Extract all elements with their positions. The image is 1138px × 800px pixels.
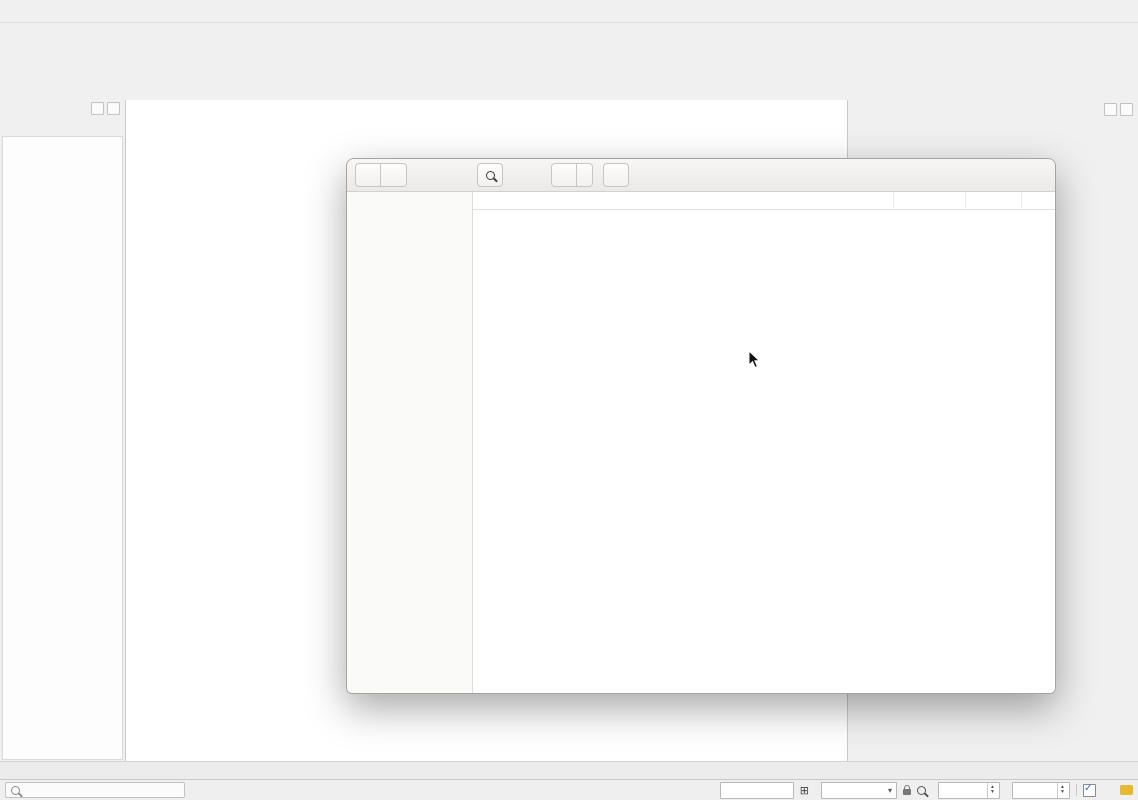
grid-view-button[interactable] (551, 163, 577, 187)
layers-panel (0, 100, 126, 762)
nav-buttons (355, 163, 407, 187)
statusbar: ⊞ ▾ ▲▼ ▲▼ (0, 779, 1138, 800)
messages-button[interactable] (1120, 785, 1133, 795)
layer-styling-titlebar (848, 100, 1138, 118)
search-button-group (477, 163, 507, 187)
hamburger-menu-button[interactable] (603, 163, 629, 187)
close-panel-icon[interactable] (107, 102, 120, 115)
file-manager-window (346, 158, 1056, 694)
back-button[interactable] (355, 163, 381, 187)
menubar (0, 0, 1138, 23)
view-options-dropdown[interactable] (577, 163, 593, 187)
maximize-button[interactable] (664, 166, 682, 184)
column-header-size[interactable] (894, 192, 966, 209)
float-panel-icon[interactable] (91, 102, 104, 115)
forward-button[interactable] (381, 163, 407, 187)
render-checkbox[interactable] (1083, 784, 1096, 797)
spinner-arrows-icon[interactable]: ▲▼ (1057, 783, 1065, 798)
search-button[interactable] (477, 163, 503, 187)
magnifier-spinbox[interactable]: ▲▼ (938, 782, 1000, 799)
float-panel-icon[interactable] (1104, 103, 1117, 116)
rotation-spinbox[interactable]: ▲▼ (1012, 782, 1070, 799)
scale-combobox[interactable]: ▾ (821, 782, 897, 799)
window-controls (639, 166, 707, 184)
magnifier-icon (917, 786, 926, 795)
bottom-tab-band (0, 761, 1138, 780)
minimize-button[interactable] (639, 166, 657, 184)
layers-tree-area[interactable] (2, 136, 123, 760)
menu-button-group (603, 163, 629, 187)
column-header-star[interactable] (1022, 192, 1055, 209)
file-manager-body (347, 192, 1055, 693)
extents-toggle-button[interactable]: ⊞ (800, 785, 809, 796)
toolbar-row-2 (0, 49, 1138, 75)
layers-panel-toolbar (0, 117, 125, 135)
list-column-headers (473, 192, 1055, 210)
search-icon (11, 786, 20, 795)
search-icon (486, 171, 495, 180)
left-dock-tabs (0, 762, 126, 780)
file-list-pane (473, 192, 1055, 693)
layers-panel-titlebar (0, 100, 125, 117)
places-sidebar (347, 192, 473, 693)
toolbar-row-1 (0, 23, 1138, 49)
coordinate-input[interactable] (720, 782, 794, 799)
spinner-arrows-icon[interactable]: ▲▼ (987, 783, 995, 798)
column-header-name[interactable] (473, 192, 894, 209)
toolbar-row-3 (0, 75, 1138, 101)
file-manager-headerbar (347, 159, 1055, 192)
qgis-window: ⊞ ▾ ▲▼ ▲▼ (0, 0, 1138, 800)
close-panel-icon[interactable] (1120, 103, 1133, 116)
locate-input[interactable] (5, 782, 185, 798)
toolbar-area (0, 23, 1138, 102)
view-toggle-group (551, 163, 593, 187)
styling-panel-window-buttons (1104, 103, 1133, 116)
column-header-modified[interactable] (966, 192, 1022, 209)
close-button[interactable] (689, 166, 707, 184)
layers-panel-window-buttons (91, 102, 120, 115)
lock-scale-icon[interactable] (903, 789, 911, 795)
file-list[interactable] (473, 210, 1055, 693)
chevron-down-icon: ▾ (888, 786, 892, 795)
